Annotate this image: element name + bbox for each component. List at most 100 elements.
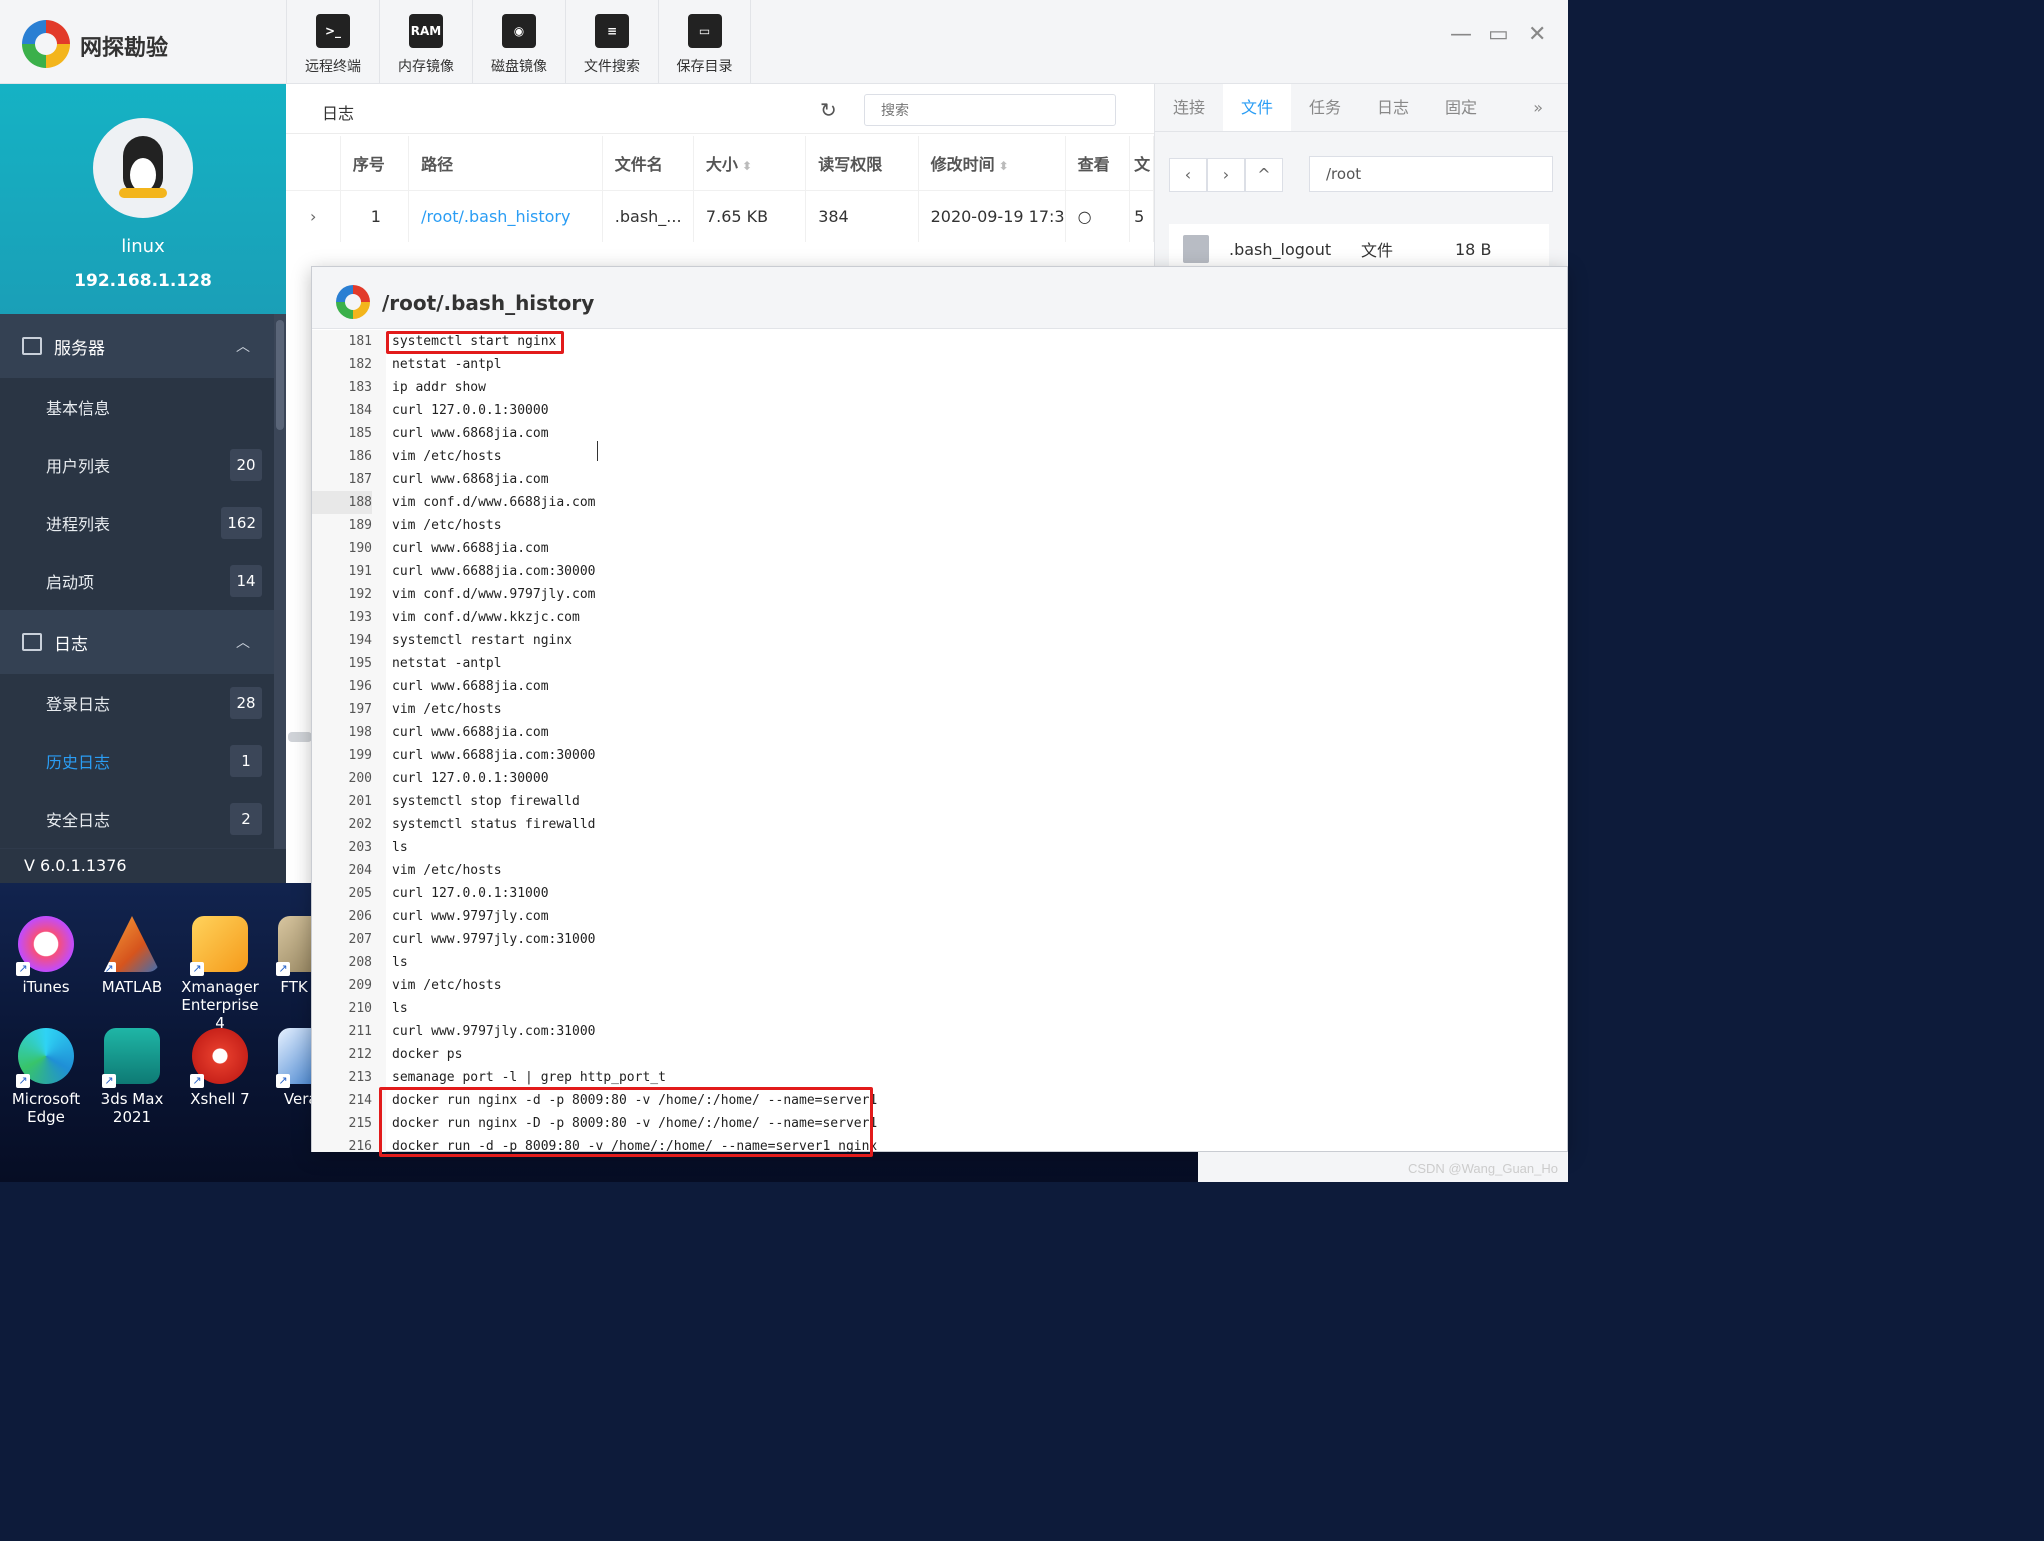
line-text: vim /etc/hosts [392,978,502,993]
tab-3[interactable]: 日志 [1359,84,1427,131]
line-number: 186 [348,449,372,464]
file-viewer-dialog: /root/.bash_history 181 systemctl start n… [311,266,1568,1157]
minimize-icon[interactable]: — [1450,22,1472,47]
cell-path-link[interactable]: /root/.bash_history [408,189,603,242]
code-line: 184 curl 127.0.0.1:30000 [312,399,1567,422]
tab-4[interactable]: 固定 [1427,84,1495,131]
desktop-shortcut-label: MATLAB [101,978,163,996]
tab-0[interactable]: 连接 [1155,84,1223,131]
col-mtime[interactable]: 修改时间 ⬍ [918,136,1066,190]
toolbar-button-label: 文件搜索 [584,59,640,75]
sidebar-item-label: 启动项 [46,573,95,592]
col-permission[interactable]: 读写权限 [805,136,919,190]
col-size[interactable]: 大小 ⬍ [693,136,807,190]
desktop-shortcut[interactable]: 3ds Max 2021 [90,1028,174,1126]
sidebar-group-label: 日志 [54,634,88,655]
line-text: curl www.6868jia.com [392,426,549,441]
sidebar-item[interactable]: 进程列表 162 [0,494,274,552]
tab-2[interactable]: 任务 [1291,84,1359,131]
line-number: 212 [348,1047,372,1062]
sidebar-item[interactable]: 用户列表 20 [0,436,274,494]
line-number: 184 [348,403,372,418]
desktop-shortcut[interactable]: Xmanager Enterprise 4 [178,916,262,1032]
desktop-shortcut[interactable]: iTunes [4,916,88,996]
line-text: netstat -antpl [392,656,502,671]
line-number: 196 [348,679,372,694]
toolbar-button-disk[interactable]: ◉ 磁盘镜像 [472,0,565,84]
toolbar-button-file-search[interactable]: ≡ 文件搜索 [565,0,658,84]
col-index[interactable]: 序号 [340,136,410,190]
line-number: 183 [348,380,372,395]
code-line: 205 curl 127.0.0.1:31000 [312,882,1567,905]
line-number: 211 [348,1024,372,1039]
log-icon [22,633,42,651]
view-search-icon[interactable]: ○ [1065,189,1131,242]
code-line: 191 curl www.6688jia.com:30000 [312,560,1567,583]
desktop-shortcut[interactable]: Xshell 7 [178,1028,262,1108]
expand-row-icon[interactable]: › [286,189,341,242]
tab-1[interactable]: 文件 [1223,84,1291,131]
maximize-icon[interactable]: ▭ [1488,22,1509,47]
col-filename[interactable]: 文件名 [602,136,694,190]
col-view[interactable]: 查看 [1065,136,1131,190]
watermark: CSDN @Wang_Guan_Ho [1407,1161,1558,1176]
chevron-up-icon[interactable]: ︿ [236,336,250,356]
sidebar-item[interactable]: 历史日志 1 [0,732,274,790]
horizontal-scrollbar[interactable] [288,732,312,742]
chevron-up-icon[interactable]: ︿ [236,632,250,652]
sidebar-group-1[interactable]: 日志 ︿ [0,610,286,674]
highlight-box [379,1087,873,1157]
sort-icon[interactable]: ⬍ [999,159,1009,173]
refresh-icon[interactable]: ↻ [820,98,837,122]
sidebar-group-0[interactable]: 服务器 ︿ [0,314,286,378]
toolbar-button-folder[interactable]: ▭ 保存目录 [658,0,751,84]
sidebar-scroll-thumb[interactable] [276,320,284,430]
desktop-shortcut-label: Xmanager Enterprise 4 [181,978,259,1032]
table-row[interactable]: › 1 /root/.bash_history .bash_... 7.65 K… [286,189,1154,242]
code-line: 194 systemctl restart nginx [312,629,1567,652]
line-number: 213 [348,1070,372,1085]
col-path[interactable]: 路径 [408,136,603,190]
server-icon [22,337,42,355]
cell-size: 7.65 KB [693,189,807,242]
search-input[interactable] [864,94,1116,126]
toolbar-button-ram[interactable]: RAM 内存镜像 [379,0,472,84]
tabs-more-icon[interactable]: » [1495,84,1555,131]
app-logo-icon [22,20,70,68]
nav-back-button[interactable]: ‹ [1169,158,1207,192]
cell-extra: 5 [1129,189,1154,242]
code-line: 195 netstat -antpl [312,652,1567,675]
sidebar-item[interactable]: 安全日志 2 [0,790,274,848]
sidebar-item-label: 用户列表 [46,457,111,476]
edge-icon [16,1028,74,1088]
sidebar-item[interactable]: 登录日志 28 [0,674,274,732]
log-panel-header: 日志 ↻ [286,84,1154,134]
path-field[interactable]: /root [1309,156,1553,192]
toolbar-button-terminal[interactable]: >_ 远程终端 [286,0,379,84]
nav-up-button[interactable]: ^ [1245,158,1283,192]
line-text: vim conf.d/www.kkzjc.com [392,610,580,625]
title-bar: 网探勘验 >_ 远程终端 RAM 内存镜像 ◉ 磁盘镜像 ≡ 文件搜索 ▭ 保存目录 — ▭ ✕ [0,0,1568,84]
file-search-icon: ≡ [595,14,629,48]
count-badge: 2 [230,803,262,835]
code-line: 200 curl 127.0.0.1:30000 [312,767,1567,790]
nav-forward-button[interactable]: › [1207,158,1245,192]
code-view[interactable]: 181 systemctl start nginx 182 netstat -antp… [312,330,1567,1152]
app-logo-icon [336,285,370,319]
desktop-shortcut-label: Microsoft Edge [11,1090,81,1126]
sidebar-item[interactable]: 基本信息 [0,378,274,436]
line-number: 206 [348,909,372,924]
desktop-shortcut[interactable]: Microsoft Edge [4,1028,88,1126]
sort-icon[interactable]: ⬍ [742,159,752,173]
desktop-shortcut[interactable]: MATLAB [90,916,174,996]
sidebar-item[interactable]: 启动项 14 [0,552,274,610]
hostname: linux [121,236,165,257]
cell-filename: .bash_... [602,189,694,242]
code-line: 196 curl www.6688jia.com [312,675,1567,698]
line-number: 207 [348,932,372,947]
code-line: 203 ls [312,836,1567,859]
line-number: 200 [348,771,372,786]
sidebar: linux 192.168.1.128 服务器 ︿ 基本信息 用户列表 20 进程列表 16… [0,84,286,883]
col-extra[interactable]: 文 [1129,136,1154,190]
close-icon[interactable]: ✕ [1528,22,1546,47]
